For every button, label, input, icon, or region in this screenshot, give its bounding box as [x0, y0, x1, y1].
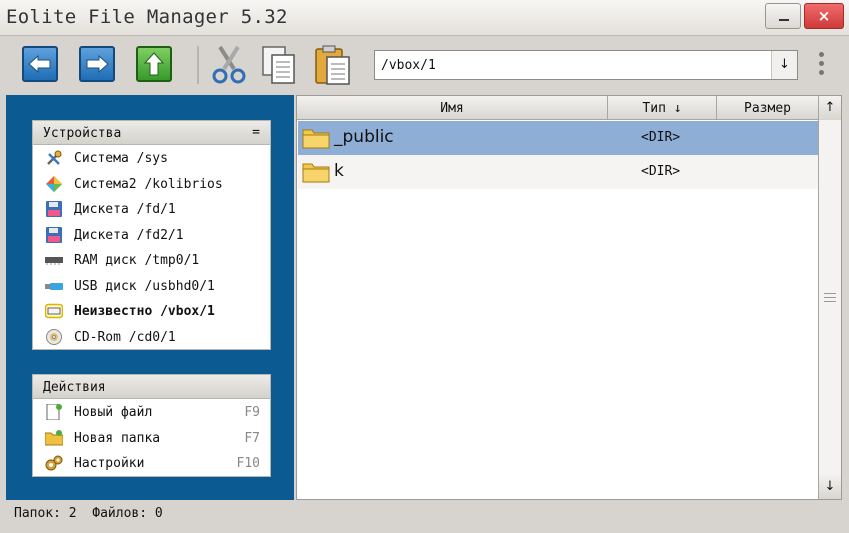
cut-icon[interactable] — [208, 43, 250, 87]
title-bar: Eolite File Manager 5.32 × — [0, 0, 849, 36]
device-item-kolibrios[interactable]: Система2 /kolibrios — [33, 171, 270, 197]
minimize-button[interactable] — [765, 3, 801, 29]
device-item-vbox[interactable]: Неизвестно /vbox/1 — [33, 298, 270, 324]
device-label: USB диск /usbhd0/1 — [74, 278, 215, 294]
actions-header: Действия — [33, 375, 270, 399]
file-type: <DIR> — [641, 130, 681, 145]
up-button[interactable] — [136, 46, 172, 82]
device-item-sys[interactable]: Система /sys — [33, 145, 270, 171]
usb-icon — [45, 282, 63, 290]
device-item-fd2[interactable]: Дискета /fd2/1 — [33, 222, 270, 248]
file-list[interactable]: Имя Тип ↓ Размер _public <DIR> k <DIR> ↑… — [296, 95, 842, 500]
left-panel: Устройства = Система /sys Система2 /koli… — [6, 95, 294, 500]
collapse-icon[interactable]: = — [252, 125, 260, 140]
cd-icon — [46, 328, 62, 345]
forward-icon — [86, 54, 109, 74]
action-settings[interactable]: Настройки F10 — [33, 450, 270, 476]
actions-card: Действия Новый файл F9 Новая папка F7 На… — [32, 374, 271, 477]
up-icon — [143, 52, 165, 76]
kolibrios-diamond-icon — [46, 175, 62, 192]
ram-icon — [45, 257, 63, 265]
action-label: Настройки — [74, 456, 145, 471]
file-name: k — [334, 161, 344, 181]
more-menu-icon[interactable] — [818, 52, 826, 80]
file-name: _public — [334, 127, 394, 147]
folder-icon — [302, 163, 330, 183]
toolbar-separator — [197, 46, 199, 84]
action-label: Новый файл — [74, 405, 153, 420]
devices-header[interactable]: Устройства = — [33, 121, 270, 145]
device-label: Дискета /fd2/1 — [74, 227, 184, 243]
copy-icon[interactable] — [258, 43, 300, 87]
device-label: Дискета /fd/1 — [74, 202, 176, 217]
close-button[interactable]: × — [804, 3, 844, 29]
file-row[interactable]: _public <DIR> — [298, 121, 818, 155]
column-type[interactable]: Тип ↓ — [608, 96, 717, 120]
file-type: <DIR> — [641, 164, 681, 179]
device-label: Система2 /kolibrios — [74, 176, 223, 192]
back-icon — [28, 54, 51, 74]
device-label: Неизвестно /vbox/1 — [74, 304, 215, 319]
action-new-file[interactable]: Новый файл F9 — [33, 399, 270, 425]
scroll-down-button[interactable]: ↓ — [819, 475, 841, 499]
devices-title: Устройства — [43, 126, 122, 141]
folder-icon — [302, 129, 330, 149]
paste-icon[interactable] — [312, 43, 354, 87]
floppy-icon — [46, 201, 62, 217]
device-item-usb[interactable]: USB диск /usbhd0/1 — [33, 273, 270, 299]
system-tools-icon — [47, 150, 62, 165]
shortcut-key: F10 — [236, 456, 260, 471]
path-dropdown-button[interactable]: ↓ — [771, 51, 797, 79]
back-button[interactable] — [22, 46, 58, 82]
action-label: Новая папка — [74, 430, 161, 446]
unknown-drive-icon — [45, 303, 63, 319]
floppy-icon — [46, 226, 62, 243]
actions-title: Действия — [43, 380, 106, 395]
scroll-up-button[interactable]: ↑ — [819, 96, 841, 120]
device-label: CD-Rom /cd0/1 — [74, 329, 176, 345]
shortcut-key: F9 — [244, 405, 260, 420]
device-item-fd1[interactable]: Дискета /fd/1 — [33, 196, 270, 222]
column-name[interactable]: Имя — [297, 96, 608, 120]
new-file-icon — [46, 404, 62, 420]
vertical-scrollbar[interactable]: ↑ ↓ — [818, 96, 841, 499]
device-label: Система /sys — [74, 151, 168, 166]
window-title: Eolite File Manager 5.32 — [6, 6, 288, 28]
shortcut-key: F7 — [244, 430, 260, 446]
forward-button[interactable] — [79, 46, 115, 82]
new-folder-icon — [45, 429, 63, 445]
scroll-grip-icon[interactable] — [824, 293, 836, 302]
device-item-ram[interactable]: RAM диск /tmp0/1 — [33, 247, 270, 273]
status-bar: Папок: 2 Файлов: 0 — [14, 506, 163, 521]
toolbar: /vbox/1 ↓ — [0, 36, 849, 94]
file-row[interactable]: k <DIR> — [298, 155, 818, 189]
action-new-folder[interactable]: Новая папка F7 — [33, 425, 270, 451]
device-item-cd[interactable]: CD-Rom /cd0/1 — [33, 324, 270, 350]
devices-card: Устройства = Система /sys Система2 /koli… — [32, 120, 271, 350]
settings-gears-icon — [45, 455, 63, 471]
path-input[interactable]: /vbox/1 ↓ — [374, 50, 798, 80]
path-text: /vbox/1 — [381, 58, 436, 73]
device-label: RAM диск /tmp0/1 — [74, 253, 200, 268]
column-size[interactable]: Размер — [717, 96, 819, 120]
